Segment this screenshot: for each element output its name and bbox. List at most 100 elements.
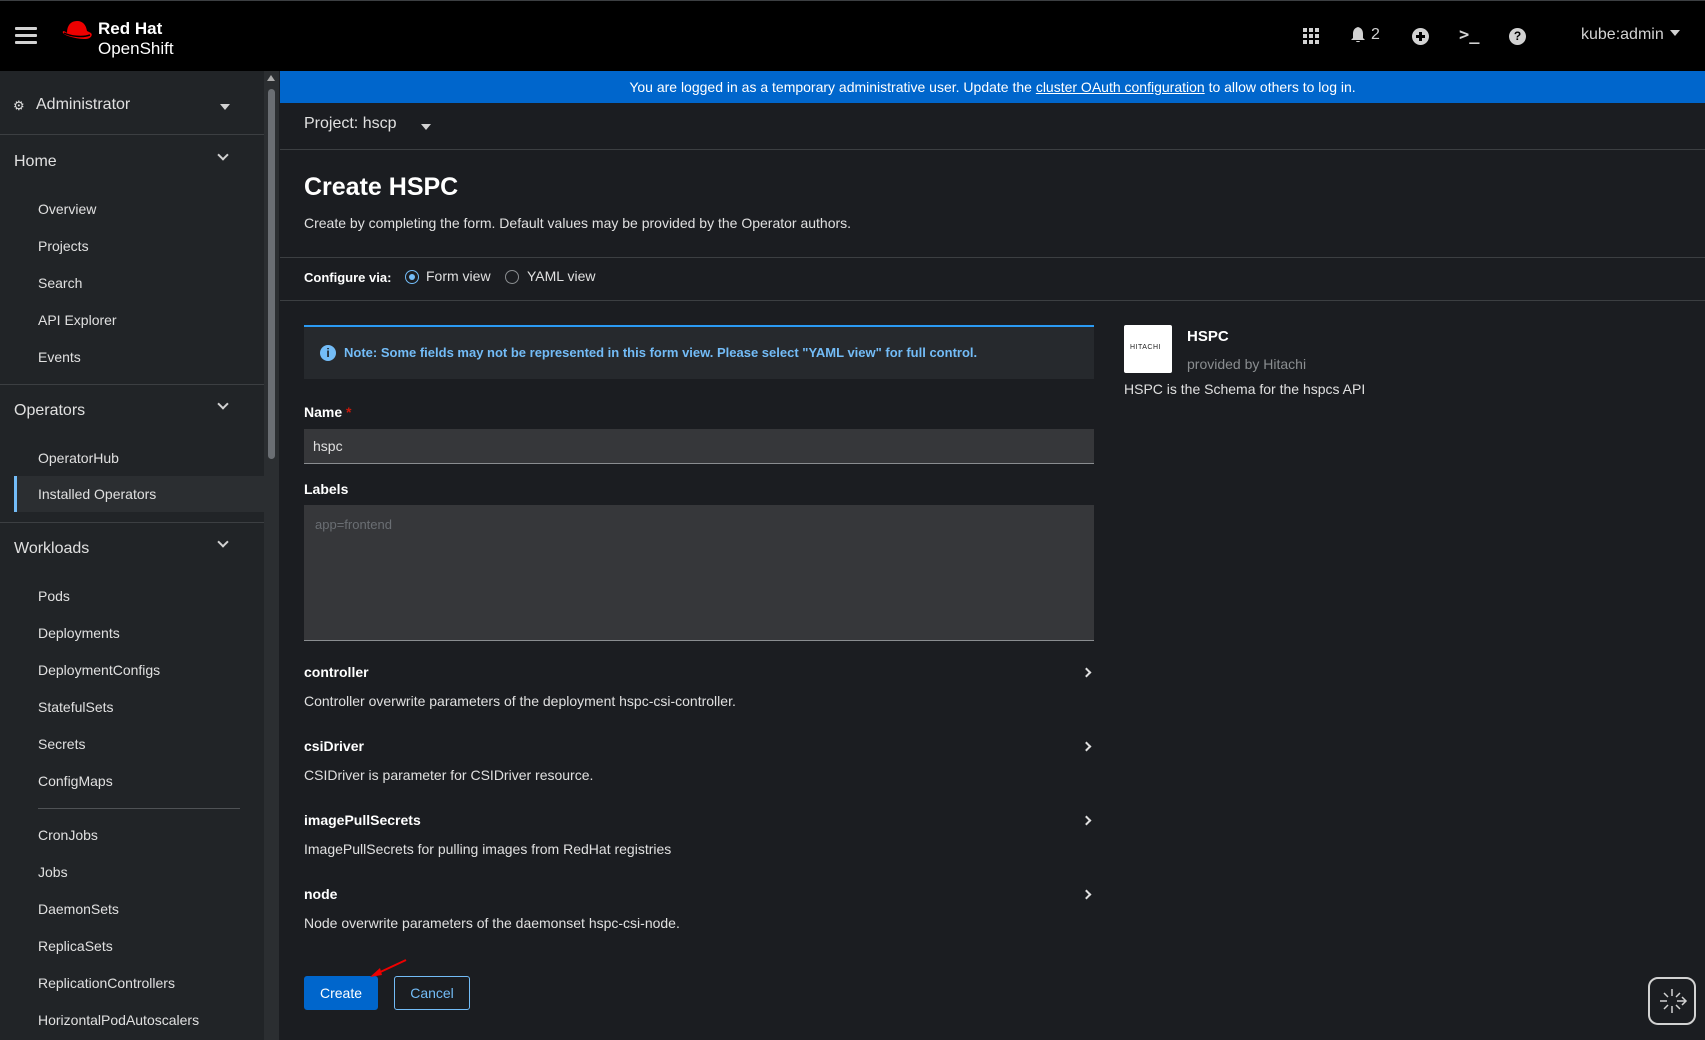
- masthead: Red Hat OpenShift 2 >_ ? kube:admin: [0, 0, 1705, 71]
- nav-item-daemonsets[interactable]: DaemonSets: [38, 901, 119, 917]
- expander-title: imagePullSecrets: [304, 812, 421, 828]
- chevron-down-icon: [217, 398, 229, 410]
- quick-create-icon[interactable]: [1412, 28, 1429, 45]
- nav-item-horizontalpodautoscalers[interactable]: HorizontalPodAutoscalers: [38, 1012, 199, 1028]
- nav-item-replicationcontrollers[interactable]: ReplicationControllers: [38, 975, 175, 991]
- banner-text-before: You are logged in as a temporary adminis…: [629, 79, 1036, 95]
- nav-section-home-toggle[interactable]: Home: [14, 153, 57, 171]
- nav-item-secrets[interactable]: Secrets: [38, 736, 85, 752]
- project-label: Project: hscp: [304, 115, 397, 132]
- nav-item-deploymentconfigs[interactable]: DeploymentConfigs: [38, 662, 160, 678]
- create-button[interactable]: Create: [304, 976, 378, 1010]
- notifications-count: 2: [1371, 26, 1380, 43]
- sidebar-scrollbar[interactable]: [264, 71, 279, 1040]
- help-icon[interactable]: ?: [1509, 28, 1526, 45]
- name-label-text: Name: [304, 404, 343, 420]
- info-circle-icon: i: [320, 345, 336, 361]
- hamburger-menu-icon[interactable]: [15, 27, 37, 45]
- caret-down-icon: [220, 104, 230, 110]
- required-indicator: *: [346, 404, 352, 420]
- expander-description: CSIDriver is parameter for CSIDriver res…: [304, 767, 594, 783]
- scrollbar-thumb[interactable]: [268, 89, 275, 459]
- cluster-oauth-link[interactable]: cluster OAuth configuration: [1036, 79, 1205, 95]
- configure-via-label: Configure via:: [304, 270, 392, 285]
- page-description: Create by completing the form. Default v…: [304, 215, 852, 231]
- expander-description: Node overwrite parameters of the daemons…: [304, 915, 680, 931]
- nav-item-jobs[interactable]: Jobs: [38, 864, 68, 880]
- application-launcher-icon[interactable]: [1303, 28, 1319, 44]
- cogs-icon: ⚙: [13, 98, 25, 113]
- page-title: Create HSPC: [304, 173, 459, 201]
- expander-imagepullsecrets[interactable]: imagePullSecrets ImagePullSecrets for pu…: [304, 812, 1094, 874]
- nav-section-workloads-toggle[interactable]: Workloads: [14, 540, 89, 558]
- sidebar: ⚙ Administrator Home Overview Projects S…: [0, 71, 264, 1040]
- name-input[interactable]: [304, 429, 1094, 464]
- brand-line1: Red Hat: [98, 19, 163, 38]
- nav-item-operatorhub[interactable]: OperatorHub: [38, 450, 119, 466]
- labels-field-label: Labels: [304, 481, 349, 497]
- chevron-right-icon: [1081, 889, 1092, 900]
- nav-item-overview[interactable]: Overview: [38, 201, 96, 217]
- chevron-down-icon: [217, 149, 229, 161]
- cancel-button[interactable]: Cancel: [394, 976, 470, 1010]
- red-arrow-annotation: [370, 959, 407, 977]
- redhat-hat-icon: [62, 21, 92, 39]
- nav-item-api-explorer[interactable]: API Explorer: [38, 312, 117, 328]
- expander-csidriver[interactable]: csiDriver CSIDriver is parameter for CSI…: [304, 738, 1094, 800]
- brand-line2: OpenShift: [98, 39, 174, 58]
- chevron-right-icon: [1081, 741, 1092, 752]
- divider: [280, 257, 1705, 258]
- yaml-view-label[interactable]: YAML view: [527, 268, 595, 284]
- project-selector[interactable]: Project: hscp: [280, 103, 1705, 150]
- hitachi-logo: HITACHI: [1124, 325, 1172, 373]
- nav-item-installed-operators[interactable]: Installed Operators: [14, 476, 264, 512]
- labels-textarea[interactable]: [304, 505, 1094, 641]
- nav-item-statefulsets[interactable]: StatefulSets: [38, 699, 114, 715]
- expander-controller[interactable]: controller Controller overwrite paramete…: [304, 664, 1094, 726]
- alert-text: Note: Some fields may not be represented…: [344, 345, 978, 360]
- expander-title: node: [304, 886, 338, 902]
- expander-node[interactable]: node Node overwrite parameters of the da…: [304, 886, 1094, 948]
- operator-title: HSPC: [1187, 328, 1229, 345]
- terminal-icon[interactable]: >_: [1459, 25, 1479, 45]
- nav-item-search[interactable]: Search: [38, 275, 82, 291]
- chevron-down-icon: [217, 536, 229, 548]
- expander-description: ImagePullSecrets for pulling images from…: [304, 841, 672, 857]
- banner-text-after: to allow others to log in.: [1204, 79, 1356, 95]
- perspective-switcher[interactable]: ⚙ Administrator: [0, 71, 264, 135]
- form-view-label[interactable]: Form view: [426, 268, 491, 284]
- nav-item-configmaps[interactable]: ConfigMaps: [38, 773, 113, 789]
- form-view-radio[interactable]: [405, 270, 419, 284]
- nav-item-projects[interactable]: Projects: [38, 238, 89, 254]
- user-menu[interactable]: kube:admin: [1581, 26, 1681, 44]
- operator-provider: provided by Hitachi: [1187, 356, 1307, 372]
- nav-item-deployments[interactable]: Deployments: [38, 625, 120, 641]
- perspective-label: Administrator: [36, 96, 131, 113]
- nav-divider: [0, 522, 264, 523]
- main-content: You are logged in as a temporary adminis…: [280, 71, 1705, 1040]
- caret-down-icon: [421, 124, 431, 130]
- nav-item-pods[interactable]: Pods: [38, 588, 70, 604]
- expander-description: Controller overwrite parameters of the d…: [304, 693, 736, 709]
- temporary-admin-banner: You are logged in as a temporary adminis…: [280, 71, 1705, 103]
- bell-icon: [1351, 27, 1365, 43]
- nav-section-operators-toggle[interactable]: Operators: [14, 402, 85, 420]
- expander-title: controller: [304, 664, 369, 680]
- chevron-right-icon: [1081, 667, 1092, 678]
- name-field-label: Name *: [304, 404, 351, 420]
- divider: [280, 300, 1705, 301]
- nav-subdivider: [38, 808, 240, 809]
- caret-down-icon: [1670, 30, 1681, 36]
- nav-divider: [0, 384, 264, 385]
- logo-text: HITACHI: [1130, 344, 1161, 351]
- yaml-view-radio[interactable]: [505, 270, 519, 284]
- nav-item-cronjobs[interactable]: CronJobs: [38, 827, 98, 843]
- info-alert: i Note: Some fields may not be represent…: [304, 325, 1094, 379]
- expander-title: csiDriver: [304, 738, 364, 754]
- nav-item-events[interactable]: Events: [38, 349, 81, 365]
- operator-info-card: HITACHI HSPC provided by Hitachi HSPC is…: [1124, 325, 1544, 415]
- nav-item-replicasets[interactable]: ReplicaSets: [38, 938, 113, 954]
- scroll-up-arrow-icon[interactable]: [267, 75, 275, 81]
- chevron-right-icon: [1081, 815, 1092, 826]
- quick-start-icon[interactable]: [1648, 977, 1696, 1025]
